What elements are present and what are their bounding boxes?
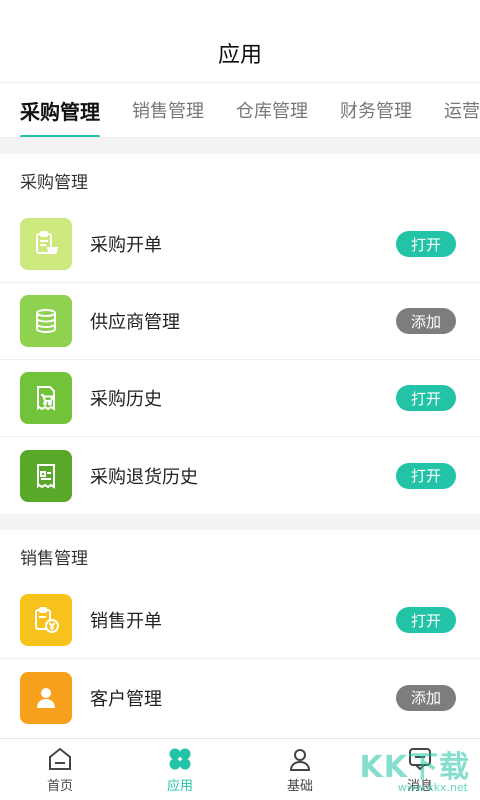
open-button[interactable]: 打开 <box>396 385 456 411</box>
tab-warehouse[interactable]: 仓库管理 <box>236 83 308 137</box>
tab-purchase[interactable]: 采购管理 <box>20 83 100 137</box>
user-icon <box>289 748 311 771</box>
message-icon <box>409 747 431 770</box>
clipboard-yen-icon <box>20 594 72 646</box>
home-icon <box>49 747 71 770</box>
bottom-nav: 首页 应用 基础 消息 <box>0 738 480 800</box>
app-header: 应用 <box>0 0 480 82</box>
list-item-purchase-order[interactable]: 采购开单 打开 <box>0 206 480 283</box>
clover-icon <box>169 748 191 769</box>
person-icon <box>20 671 72 724</box>
section-divider <box>0 514 480 530</box>
nav-label: 应用 <box>166 778 193 794</box>
list-item-customer[interactable]: 客户管理 添加 <box>0 659 480 736</box>
clipboard-cart-icon <box>20 218 72 270</box>
list-item-label: 采购开单 <box>90 235 162 256</box>
open-button[interactable]: 打开 <box>396 607 456 633</box>
add-button[interactable]: 添加 <box>396 684 456 711</box>
section-title-sales: 销售管理 <box>0 530 480 582</box>
nav-label: 首页 <box>46 778 73 794</box>
list-item-label: 采购历史 <box>90 389 162 410</box>
section-divider <box>0 138 480 154</box>
receipt-cart-icon <box>20 372 72 424</box>
category-tabs: 采购管理 销售管理 仓库管理 财务管理 运营 <box>0 82 480 138</box>
list-item-supplier[interactable]: 供应商管理 添加 <box>0 283 480 360</box>
tab-finance[interactable]: 财务管理 <box>340 83 412 137</box>
tab-operations[interactable]: 运营 <box>444 83 480 137</box>
database-stack-icon <box>20 295 72 347</box>
section-title-purchase: 采购管理 <box>0 154 480 206</box>
nav-item-messages[interactable]: 消息 <box>360 739 480 800</box>
receipt-return-icon <box>20 449 72 502</box>
nav-label: 基础 <box>286 778 313 794</box>
list-item-purchase-history[interactable]: 采购历史 打开 <box>0 360 480 437</box>
list-item-sales-order[interactable]: 销售开单 打开 <box>0 582 480 659</box>
nav-item-apps[interactable]: 应用 <box>120 739 240 800</box>
open-button[interactable]: 打开 <box>396 462 456 489</box>
list-item-label: 采购退货历史 <box>90 466 198 488</box>
list-item-purchase-return-history[interactable]: 采购退货历史 打开 <box>0 437 480 514</box>
tab-sales[interactable]: 销售管理 <box>132 83 204 137</box>
list-item-label: 销售开单 <box>90 611 162 632</box>
add-button[interactable]: 添加 <box>396 308 456 334</box>
open-button[interactable]: 打开 <box>396 231 456 257</box>
list-item-label: 客户管理 <box>90 688 162 710</box>
nav-item-basic[interactable]: 基础 <box>240 739 360 800</box>
nav-item-home[interactable]: 首页 <box>0 739 120 800</box>
list-item-label: 供应商管理 <box>90 312 180 333</box>
nav-label: 消息 <box>406 778 433 794</box>
page-title: 应用 <box>217 43 262 68</box>
